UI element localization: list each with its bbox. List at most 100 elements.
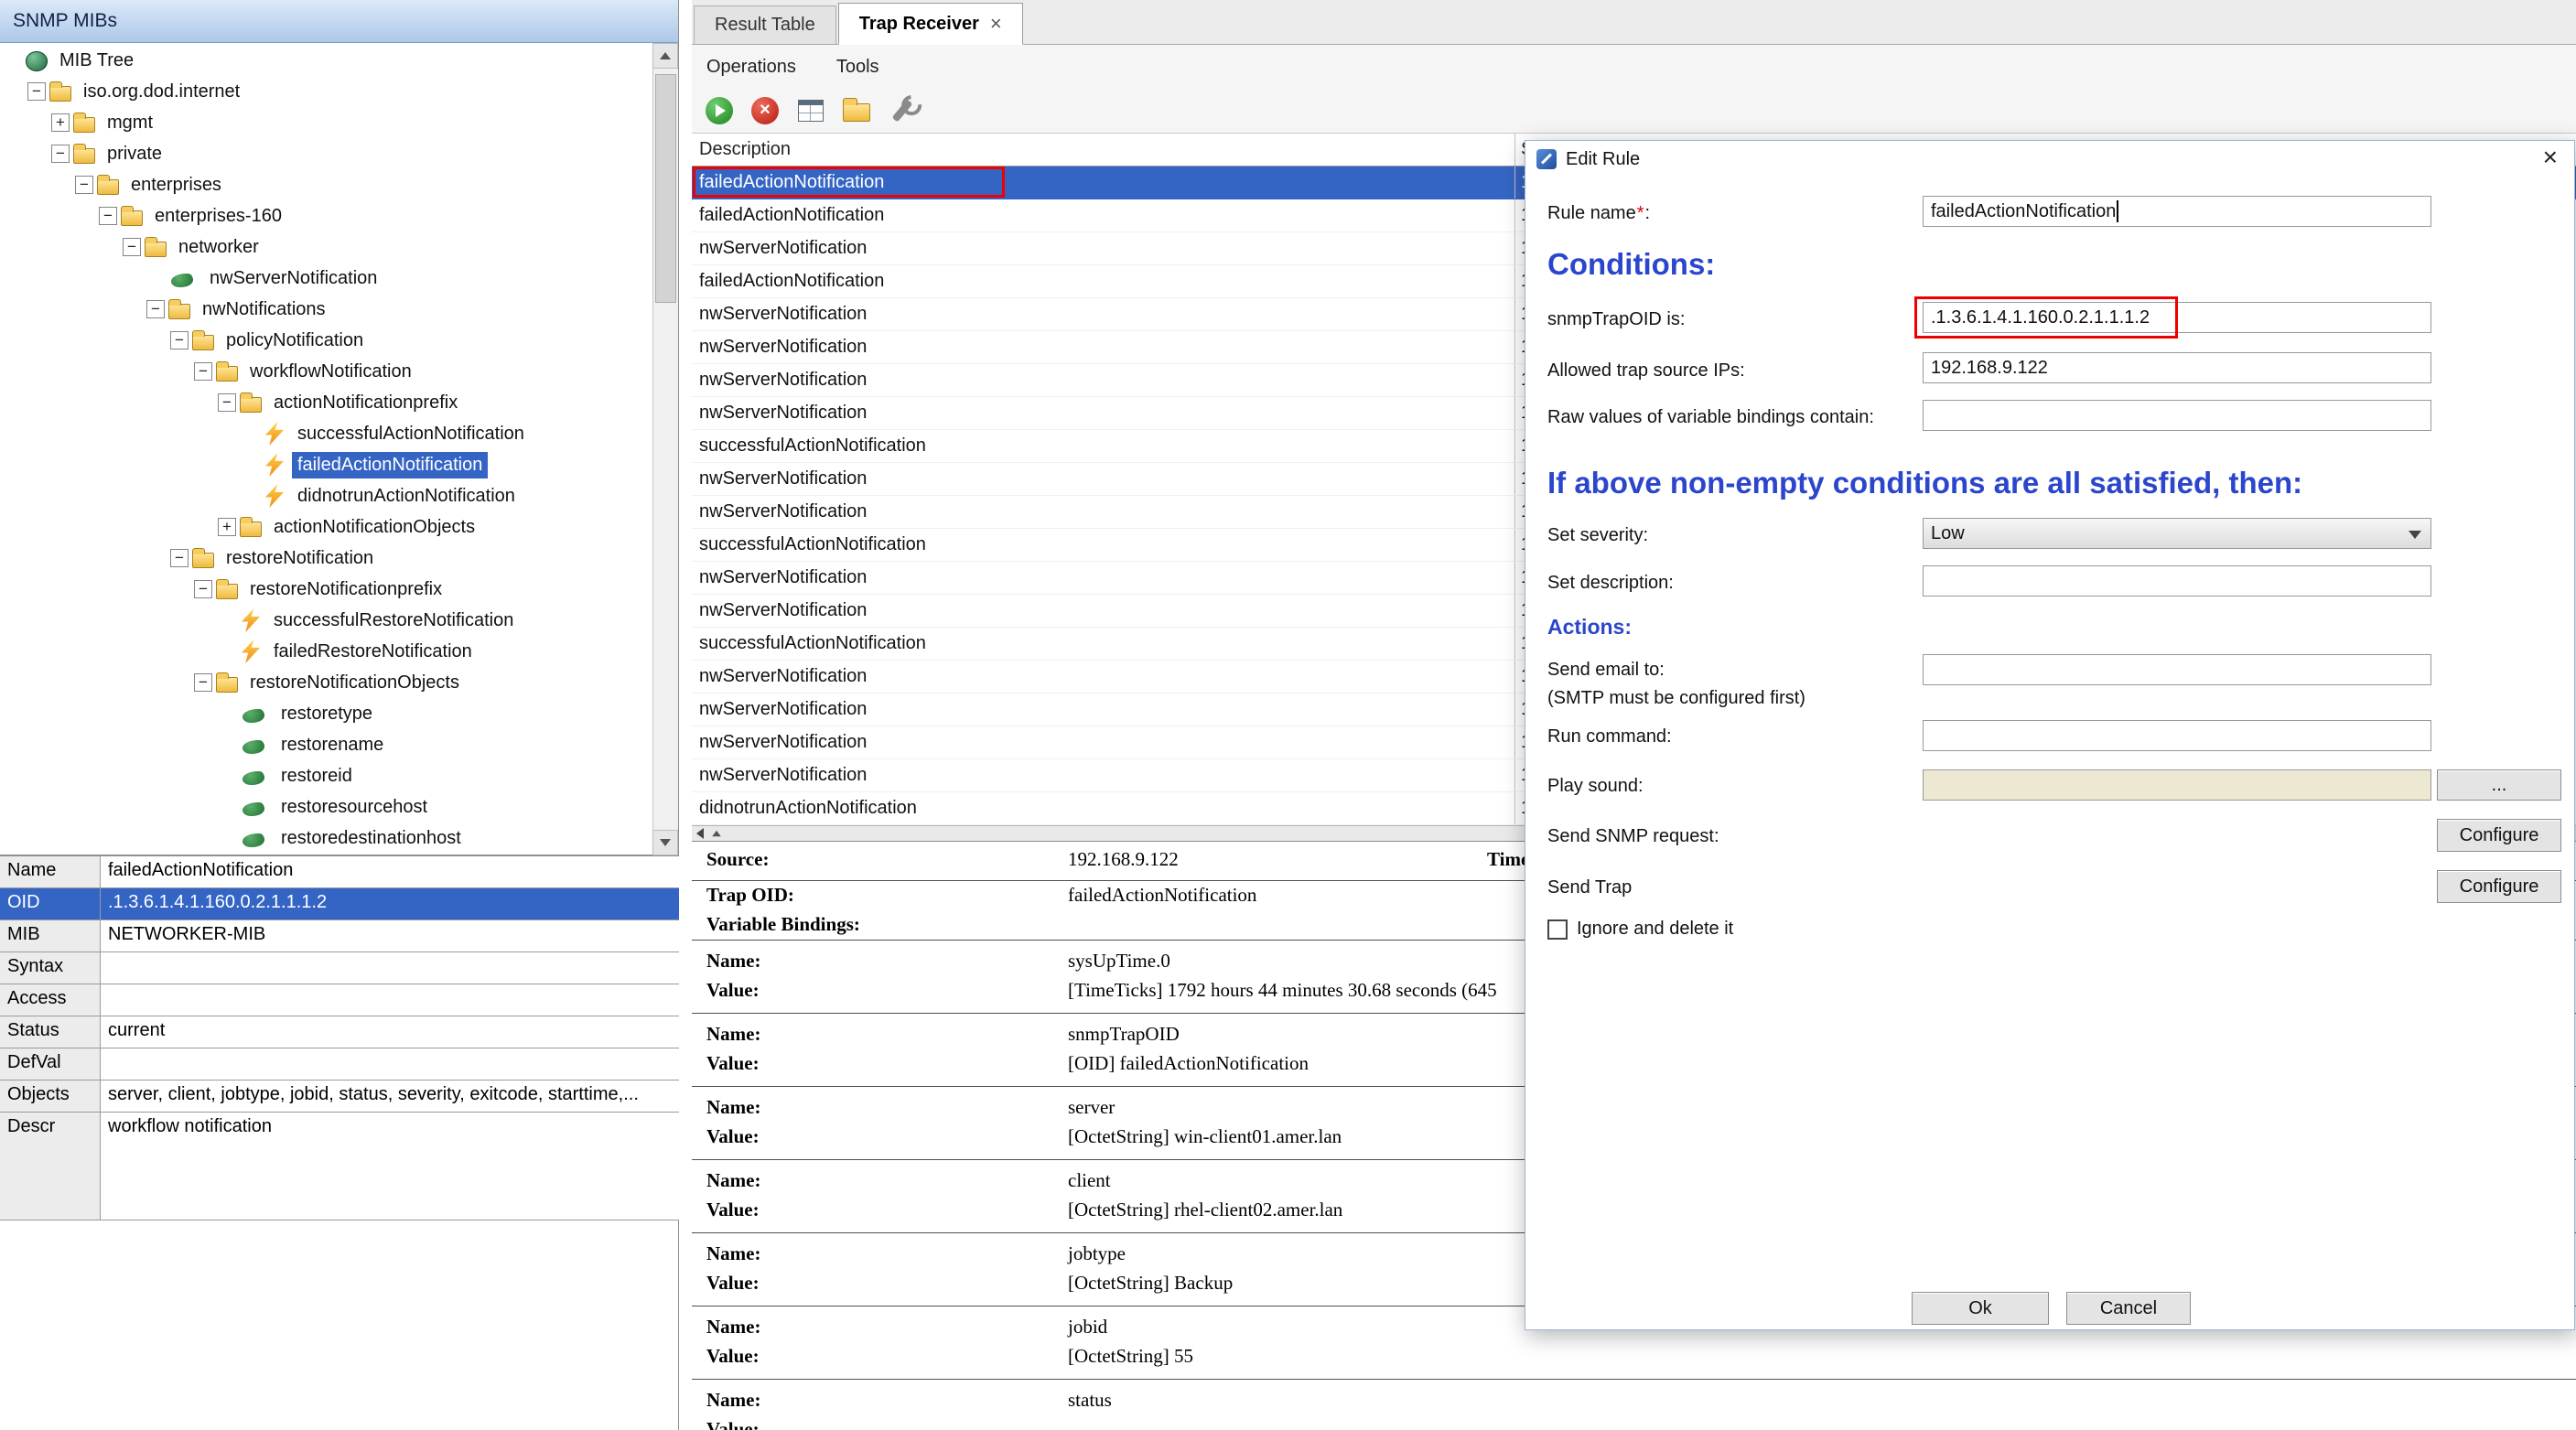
play-sound-input[interactable] [1923, 769, 2431, 801]
configure-trap-button[interactable]: Configure [2437, 870, 2561, 903]
expander-icon[interactable] [218, 393, 236, 412]
expander-icon[interactable] [218, 704, 236, 723]
property-value: failedActionNotification [101, 856, 679, 887]
ok-button[interactable]: Ok [1912, 1292, 2049, 1325]
menu-tools[interactable]: Tools [836, 57, 879, 78]
stop-icon [751, 97, 779, 124]
tree-item[interactable]: restoredestinationhost [0, 823, 678, 854]
expander-icon[interactable] [123, 238, 141, 256]
set-severity-select[interactable]: Low [1923, 518, 2431, 549]
property-row[interactable]: Syntax [0, 952, 679, 984]
raw-values-input[interactable] [1923, 400, 2431, 431]
property-row[interactable]: MIB NETWORKER-MIB [0, 920, 679, 952]
expander-icon[interactable] [170, 331, 189, 349]
tree-scrollbar[interactable] [652, 43, 678, 855]
property-row[interactable]: Name failedActionNotification [0, 856, 679, 888]
tree-item[interactable]: workflowNotification [0, 356, 678, 387]
set-description-input[interactable] [1923, 565, 2431, 597]
scroll-down-button[interactable] [652, 830, 678, 855]
tree-item[interactable]: mgmt [0, 107, 678, 138]
open-folder-button[interactable] [840, 94, 873, 127]
expander-icon[interactable] [194, 362, 212, 381]
scroll-up-button[interactable] [652, 43, 678, 69]
tree-item[interactable]: successfulRestoreNotification [0, 605, 678, 636]
tree-item[interactable]: restoreNotificationObjects [0, 667, 678, 698]
tree-item[interactable]: restoreid [0, 760, 678, 791]
tree-item[interactable]: policyNotification [0, 325, 678, 356]
tree-item[interactable]: enterprises-160 [0, 200, 678, 231]
tab-close-icon[interactable]: × [990, 14, 1002, 34]
collapse-up-icon[interactable] [712, 831, 721, 836]
menu-operations[interactable]: Operations [706, 57, 796, 78]
expander-icon[interactable] [218, 767, 236, 785]
browse-button[interactable]: ... [2437, 769, 2561, 801]
filter-button[interactable] [886, 94, 919, 127]
scroll-left-icon[interactable] [696, 828, 704, 839]
tree-item[interactable]: nwServerNotification [0, 263, 678, 294]
expander-icon[interactable] [146, 269, 165, 287]
export-table-button[interactable] [794, 94, 827, 127]
expander-icon[interactable] [242, 487, 260, 505]
start-button[interactable] [703, 94, 736, 127]
tree-item[interactable]: nwNotifications [0, 294, 678, 325]
expander-icon[interactable] [4, 51, 22, 70]
expander-icon[interactable] [99, 207, 117, 225]
tree-item[interactable]: iso.org.dod.internet [0, 76, 678, 107]
expander-icon[interactable] [218, 518, 236, 536]
stop-button[interactable] [749, 94, 781, 127]
property-row[interactable]: OID .1.3.6.1.4.1.160.0.2.1.1.1.2 [0, 888, 679, 920]
tree-item[interactable]: networker [0, 231, 678, 263]
expander-icon[interactable] [218, 736, 236, 754]
tree-item[interactable]: restoreNotificationprefix [0, 574, 678, 605]
tree-item[interactable]: private [0, 138, 678, 169]
property-row[interactable]: Descr workflow notification [0, 1113, 679, 1220]
expander-icon[interactable] [170, 549, 189, 567]
expander-icon[interactable] [75, 176, 93, 194]
tree-item[interactable]: actionNotificationprefix [0, 387, 678, 418]
allowed-ips-input[interactable]: 192.168.9.122 [1923, 352, 2431, 383]
expander-icon[interactable] [27, 82, 46, 101]
tree-item[interactable]: enterprises [0, 169, 678, 200]
export-table-icon [798, 100, 824, 122]
expander-icon[interactable] [218, 829, 236, 847]
property-row[interactable]: Status current [0, 1016, 679, 1048]
column-header-description[interactable]: Description [692, 134, 1514, 166]
ignore-delete-checkbox[interactable] [1547, 919, 1568, 940]
property-row[interactable]: DefVal [0, 1048, 679, 1081]
tab-result-table[interactable]: Result Table [694, 5, 836, 44]
tab-trap-receiver[interactable]: Trap Receiver × [838, 3, 1023, 45]
expander-icon[interactable] [218, 611, 236, 629]
trap-description-cell: nwServerNotification [692, 298, 1514, 330]
close-icon[interactable]: × [2543, 145, 2558, 170]
expander-icon[interactable] [242, 425, 260, 443]
tree-item[interactable]: restoreNotification [0, 543, 678, 574]
property-row[interactable]: Objects server, client, jobtype, jobid, … [0, 1081, 679, 1113]
tree-item[interactable]: failedRestoreNotification [0, 636, 678, 667]
tree-item[interactable]: MIB Tree [0, 45, 678, 76]
tree-item[interactable]: restoresourcehost [0, 791, 678, 823]
expander-icon[interactable] [51, 113, 70, 132]
expander-icon[interactable] [194, 673, 212, 692]
expander-icon[interactable] [218, 642, 236, 661]
tree-item[interactable]: actionNotificationObjects [0, 511, 678, 543]
tree-item[interactable]: didnotrunActionNotification [0, 480, 678, 511]
tree-item-label: failedActionNotification [292, 452, 488, 478]
expander-icon[interactable] [51, 145, 70, 163]
send-email-input[interactable] [1923, 654, 2431, 685]
expander-icon[interactable] [146, 300, 165, 318]
rule-name-input[interactable]: failedActionNotification [1923, 196, 2431, 227]
tree-item[interactable]: failedActionNotification [0, 449, 678, 480]
scrollbar-thumb[interactable] [655, 74, 676, 303]
tree-item[interactable]: restoretype [0, 698, 678, 729]
run-command-input[interactable] [1923, 720, 2431, 751]
expander-icon[interactable] [242, 456, 260, 474]
configure-snmp-button[interactable]: Configure [2437, 819, 2561, 852]
expander-icon[interactable] [194, 580, 212, 598]
cancel-button[interactable]: Cancel [2066, 1292, 2191, 1325]
tree-item[interactable]: successfulActionNotification [0, 418, 678, 449]
expander-icon[interactable] [218, 798, 236, 816]
varbind-value-label: Value: [706, 1345, 760, 1368]
tree-item[interactable]: restorename [0, 729, 678, 760]
snmptrapoid-input[interactable]: .1.3.6.1.4.1.160.0.2.1.1.1.2 [1923, 302, 2431, 333]
property-row[interactable]: Access [0, 984, 679, 1016]
